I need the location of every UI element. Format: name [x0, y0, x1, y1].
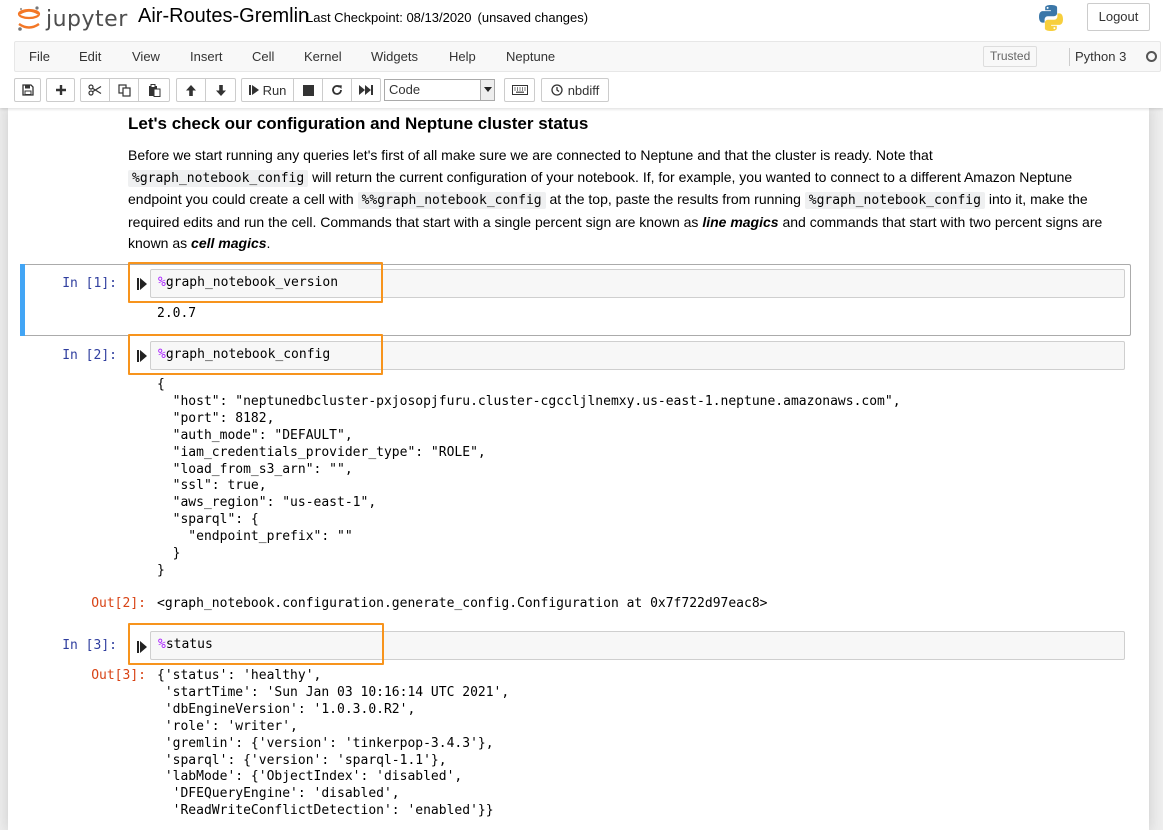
md-inline-code: %graph_notebook_config: [804, 192, 985, 210]
plus-icon: [55, 85, 66, 95]
move-up-button[interactable]: [176, 78, 206, 102]
md-text: Before we start running any queries let'…: [128, 147, 933, 163]
cell-type-select[interactable]: Code: [384, 79, 495, 101]
menu-edit[interactable]: Edit: [79, 42, 101, 71]
menu-file[interactable]: File: [29, 42, 50, 71]
md-text: .: [266, 235, 271, 252]
run-button[interactable]: Run: [241, 78, 294, 102]
python-logo-icon: [1039, 5, 1063, 31]
code-text: %graph_notebook_config: [158, 347, 330, 362]
md-emphasis: cell magics: [191, 235, 267, 252]
jupyter-logo-icon: [17, 6, 41, 31]
md-emphasis: line magics: [702, 213, 779, 230]
checkpoint-text: Last Checkpoint: 08/13/2020: [306, 10, 472, 25]
code-body: graph_notebook_config: [165, 347, 331, 362]
scissors-icon: [88, 84, 102, 96]
kernel-idle-icon: [1146, 51, 1157, 62]
paste-button[interactable]: [138, 78, 170, 102]
cell-output: 2.0.7: [157, 306, 197, 321]
nbdiff-label: nbdiff: [567, 82, 600, 98]
menu-widgets[interactable]: Widgets: [371, 42, 418, 71]
cut-button[interactable]: [80, 78, 110, 102]
menu-help[interactable]: Help: [449, 42, 476, 71]
menu-view[interactable]: View: [132, 42, 160, 71]
stop-icon: [302, 84, 314, 96]
save-button[interactable]: [14, 78, 41, 102]
insert-cell-button[interactable]: [46, 78, 75, 102]
output-prompt: Out[3]:: [91, 668, 146, 683]
markdown-paragraph: Before we start running any queries let'…: [128, 145, 1123, 255]
checkpoint-status: Last Checkpoint: 08/13/2020 (unsaved chan…: [306, 10, 588, 25]
input-prompt: In [2]:: [62, 348, 117, 363]
code-input[interactable]: %status: [150, 631, 1125, 660]
arrow-down-icon: [215, 84, 226, 96]
notebook-title[interactable]: Air-Routes-Gremlin: [138, 5, 309, 28]
history-icon: [551, 84, 563, 96]
step-forward-icon: [248, 85, 259, 95]
restart-icon: [332, 85, 342, 95]
cell-result: <graph_notebook.configuration.generate_c…: [157, 596, 768, 611]
magic-sign: %: [158, 637, 166, 652]
magic-sign: %: [158, 347, 166, 362]
menu-cell[interactable]: Cell: [252, 42, 274, 71]
menu-neptune[interactable]: Neptune: [506, 42, 555, 71]
kernel-divider: [1069, 48, 1070, 66]
restart-button[interactable]: [322, 78, 352, 102]
copy-icon: [117, 83, 131, 97]
code-input[interactable]: %graph_notebook_version: [150, 269, 1125, 298]
copy-button[interactable]: [109, 78, 139, 102]
chevron-down-icon: [480, 80, 494, 100]
nbdiff-button[interactable]: nbdiff: [541, 78, 609, 102]
cell-result: {'status': 'healthy', 'startTime': 'Sun …: [157, 668, 510, 819]
logout-button[interactable]: Logout: [1087, 3, 1150, 31]
md-inline-code: %graph_notebook_config: [128, 169, 309, 187]
run-button-label: Run: [262, 82, 287, 98]
run-cell-icon[interactable]: [137, 350, 147, 362]
code-text: %status: [158, 637, 213, 652]
cell-output: { "host": "neptunedbcluster-pxjosopjfuru…: [157, 377, 901, 578]
magic-sign: %: [158, 275, 166, 290]
code-body: graph_notebook_version: [165, 275, 339, 290]
md-text: at the top, paste the results from runni…: [545, 191, 805, 208]
menu-insert[interactable]: Insert: [190, 42, 223, 71]
code-text: %graph_notebook_version: [158, 275, 338, 290]
menu-kernel[interactable]: Kernel: [304, 42, 342, 71]
interrupt-button[interactable]: [293, 78, 323, 102]
output-prompt: Out[2]:: [91, 596, 146, 611]
paste-icon: [148, 83, 160, 97]
keyboard-icon: [511, 85, 528, 95]
unsaved-changes-text: (unsaved changes): [477, 10, 589, 25]
restart-run-all-button[interactable]: [351, 78, 381, 102]
notebook-header: jupyter Air-Routes-Gremlin Last Checkpoi…: [0, 0, 1163, 108]
command-palette-button[interactable]: [504, 78, 535, 102]
move-down-button[interactable]: [205, 78, 236, 102]
save-icon: [21, 84, 34, 96]
run-cell-icon[interactable]: [137, 641, 147, 653]
code-body: status: [165, 637, 213, 652]
markdown-heading: Let's check our configuration and Neptun…: [128, 114, 589, 133]
notebook-container[interactable]: Let's check our configuration and Neptun…: [0, 108, 1163, 830]
md-inline-code: %%graph_notebook_config: [357, 192, 546, 210]
run-cell-icon[interactable]: [137, 278, 147, 290]
selected-cell-bar: [20, 264, 25, 336]
kernel-name: Python 3: [1075, 49, 1127, 64]
fast-forward-icon: [359, 85, 373, 95]
jupyter-logo[interactable]: jupyter: [16, 3, 128, 35]
menubar: File Edit View Insert Cell Kernel Widget…: [14, 41, 1161, 72]
input-prompt: In [1]:: [62, 276, 117, 291]
cell-type-value: Code: [389, 82, 421, 97]
input-prompt: In [3]:: [62, 638, 117, 653]
jupyter-logo-text: jupyter: [46, 6, 128, 32]
trusted-indicator[interactable]: Trusted: [983, 46, 1038, 67]
arrow-up-icon: [186, 84, 196, 96]
code-input[interactable]: %graph_notebook_config: [150, 341, 1125, 370]
